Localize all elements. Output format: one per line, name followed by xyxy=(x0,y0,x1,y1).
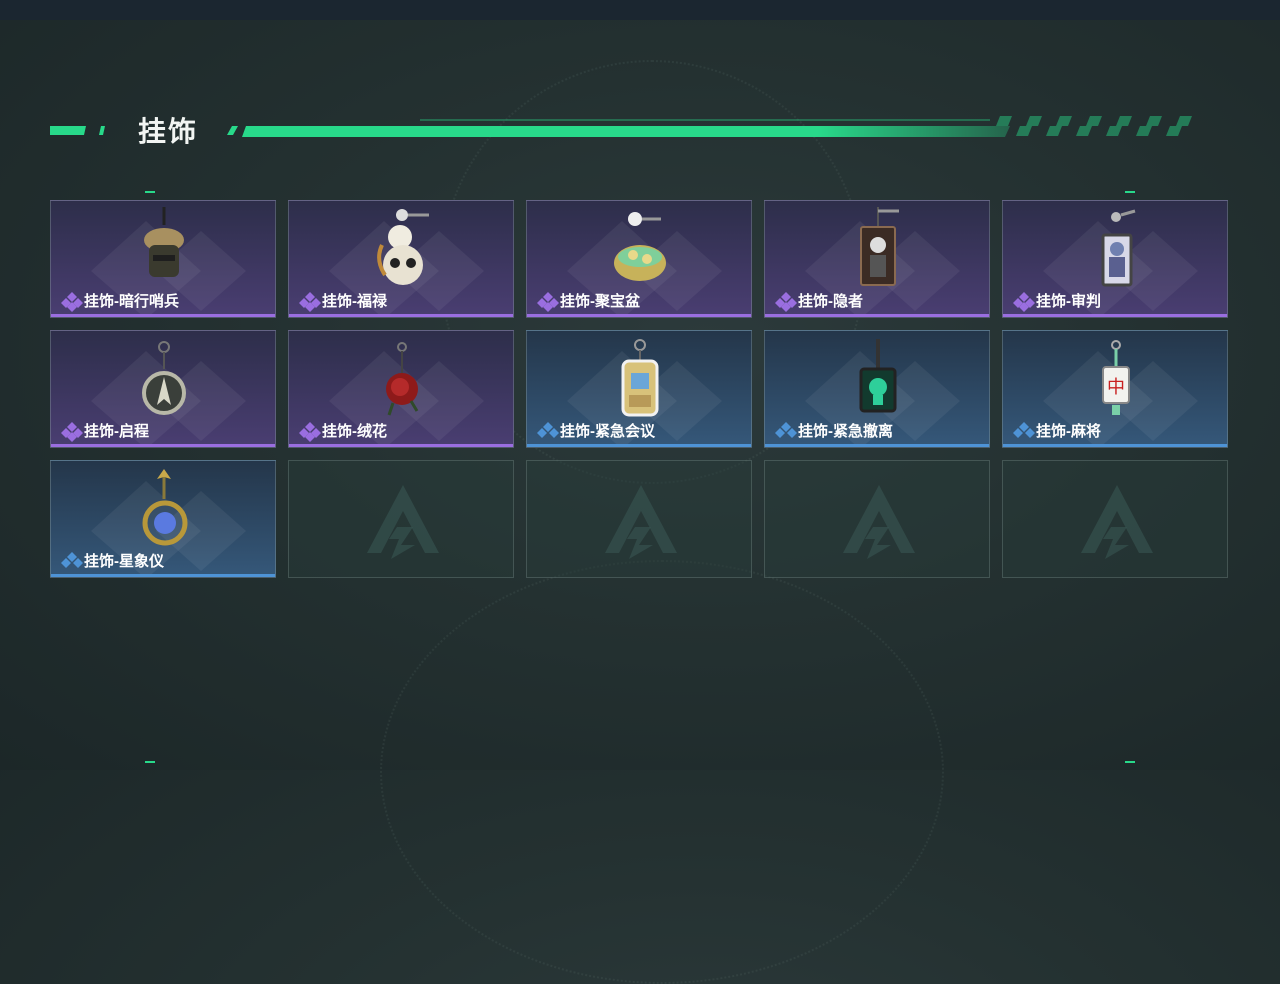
rarity-bar xyxy=(527,314,751,317)
rarity-icon xyxy=(1013,292,1035,312)
rarity-icon xyxy=(775,292,797,312)
charm-card[interactable]: 挂饰-绒花 xyxy=(288,330,514,448)
astrolabe-charm-icon xyxy=(142,469,188,546)
empty-slot xyxy=(1002,460,1228,578)
rarity-bar xyxy=(289,444,513,447)
charm-name: 挂饰-紧急撤离 xyxy=(798,423,893,440)
empty-slot-logo-icon xyxy=(1081,485,1153,559)
rose-charm-icon xyxy=(386,342,419,416)
corner-tick xyxy=(145,191,155,193)
page-title: 挂饰 xyxy=(138,116,199,147)
background-ring xyxy=(380,560,944,984)
charm-card[interactable]: 挂饰-启程 xyxy=(50,330,276,448)
judgement-card-charm-icon xyxy=(1101,209,1136,287)
charm-name: 挂饰-紧急会议 xyxy=(560,423,655,440)
charm-name: 挂饰-聚宝盆 xyxy=(560,293,640,310)
corner-tick xyxy=(145,761,155,763)
charm-card[interactable]: 挂饰-紧急撤离 xyxy=(764,330,990,448)
mahjong-charm-icon: 中 xyxy=(1102,340,1130,415)
corner-tick xyxy=(1125,761,1135,763)
rarity-icon xyxy=(537,292,559,312)
charm-name: 挂饰-星象仪 xyxy=(84,553,164,570)
empty-slot-logo-icon xyxy=(367,485,439,559)
empty-slot-logo-icon xyxy=(843,485,915,559)
sentinel-charm-icon xyxy=(144,207,184,277)
treasure-bowl-charm-icon xyxy=(614,212,666,281)
charm-name: 挂饰-麻将 xyxy=(1036,423,1101,440)
rarity-bar xyxy=(765,314,989,317)
empty-slot xyxy=(288,460,514,578)
charm-name: 挂饰-隐者 xyxy=(798,293,863,310)
empty-slot xyxy=(526,460,752,578)
charm-card[interactable]: 挂饰-审判 xyxy=(1002,200,1228,318)
section-header: 挂饰 xyxy=(0,100,1280,160)
rarity-icon xyxy=(299,422,321,442)
meeting-charm-icon xyxy=(621,339,659,417)
charm-card[interactable]: 挂饰-福禄 xyxy=(288,200,514,318)
corner-tick xyxy=(1125,191,1135,193)
rarity-bar xyxy=(289,314,513,317)
rarity-icon xyxy=(61,292,83,312)
rarity-bar xyxy=(765,444,989,447)
top-bar xyxy=(0,0,1280,20)
rarity-icon xyxy=(299,292,321,312)
charm-name: 挂饰-审判 xyxy=(1036,293,1101,310)
charm-card[interactable]: 中 挂饰-麻将 xyxy=(1002,330,1228,448)
rarity-icon xyxy=(775,422,797,438)
rarity-bar xyxy=(51,444,275,447)
compass-charm-icon xyxy=(142,341,186,415)
rarity-bar xyxy=(1003,314,1227,317)
empty-slot xyxy=(764,460,990,578)
hermit-card-charm-icon xyxy=(860,207,899,286)
rarity-icon xyxy=(537,422,559,438)
rarity-icon xyxy=(1013,422,1035,438)
rarity-bar xyxy=(51,314,275,317)
charm-card[interactable]: 挂饰-紧急会议 xyxy=(526,330,752,448)
evacuation-charm-icon xyxy=(859,339,897,413)
rarity-icon xyxy=(61,422,83,442)
charm-name: 挂饰-福禄 xyxy=(322,293,387,310)
charm-card[interactable]: 挂饰-聚宝盆 xyxy=(526,200,752,318)
charm-card[interactable]: 挂饰-隐者 xyxy=(764,200,990,318)
gourd-panda-charm-icon xyxy=(377,209,429,285)
charm-name: 挂饰-绒花 xyxy=(322,423,387,440)
rarity-bar xyxy=(1003,444,1227,447)
rarity-icon xyxy=(61,552,83,568)
charm-name: 挂饰-暗行哨兵 xyxy=(84,293,179,310)
rarity-bar xyxy=(527,444,751,447)
charm-card[interactable]: 挂饰-暗行哨兵 xyxy=(50,200,276,318)
charm-card[interactable]: 挂饰-星象仪 xyxy=(50,460,276,578)
rarity-bar xyxy=(51,574,275,577)
charm-name: 挂饰-启程 xyxy=(84,423,149,440)
empty-slot-logo-icon xyxy=(605,485,677,559)
mahjong-tile-glyph: 中 xyxy=(1107,377,1125,398)
